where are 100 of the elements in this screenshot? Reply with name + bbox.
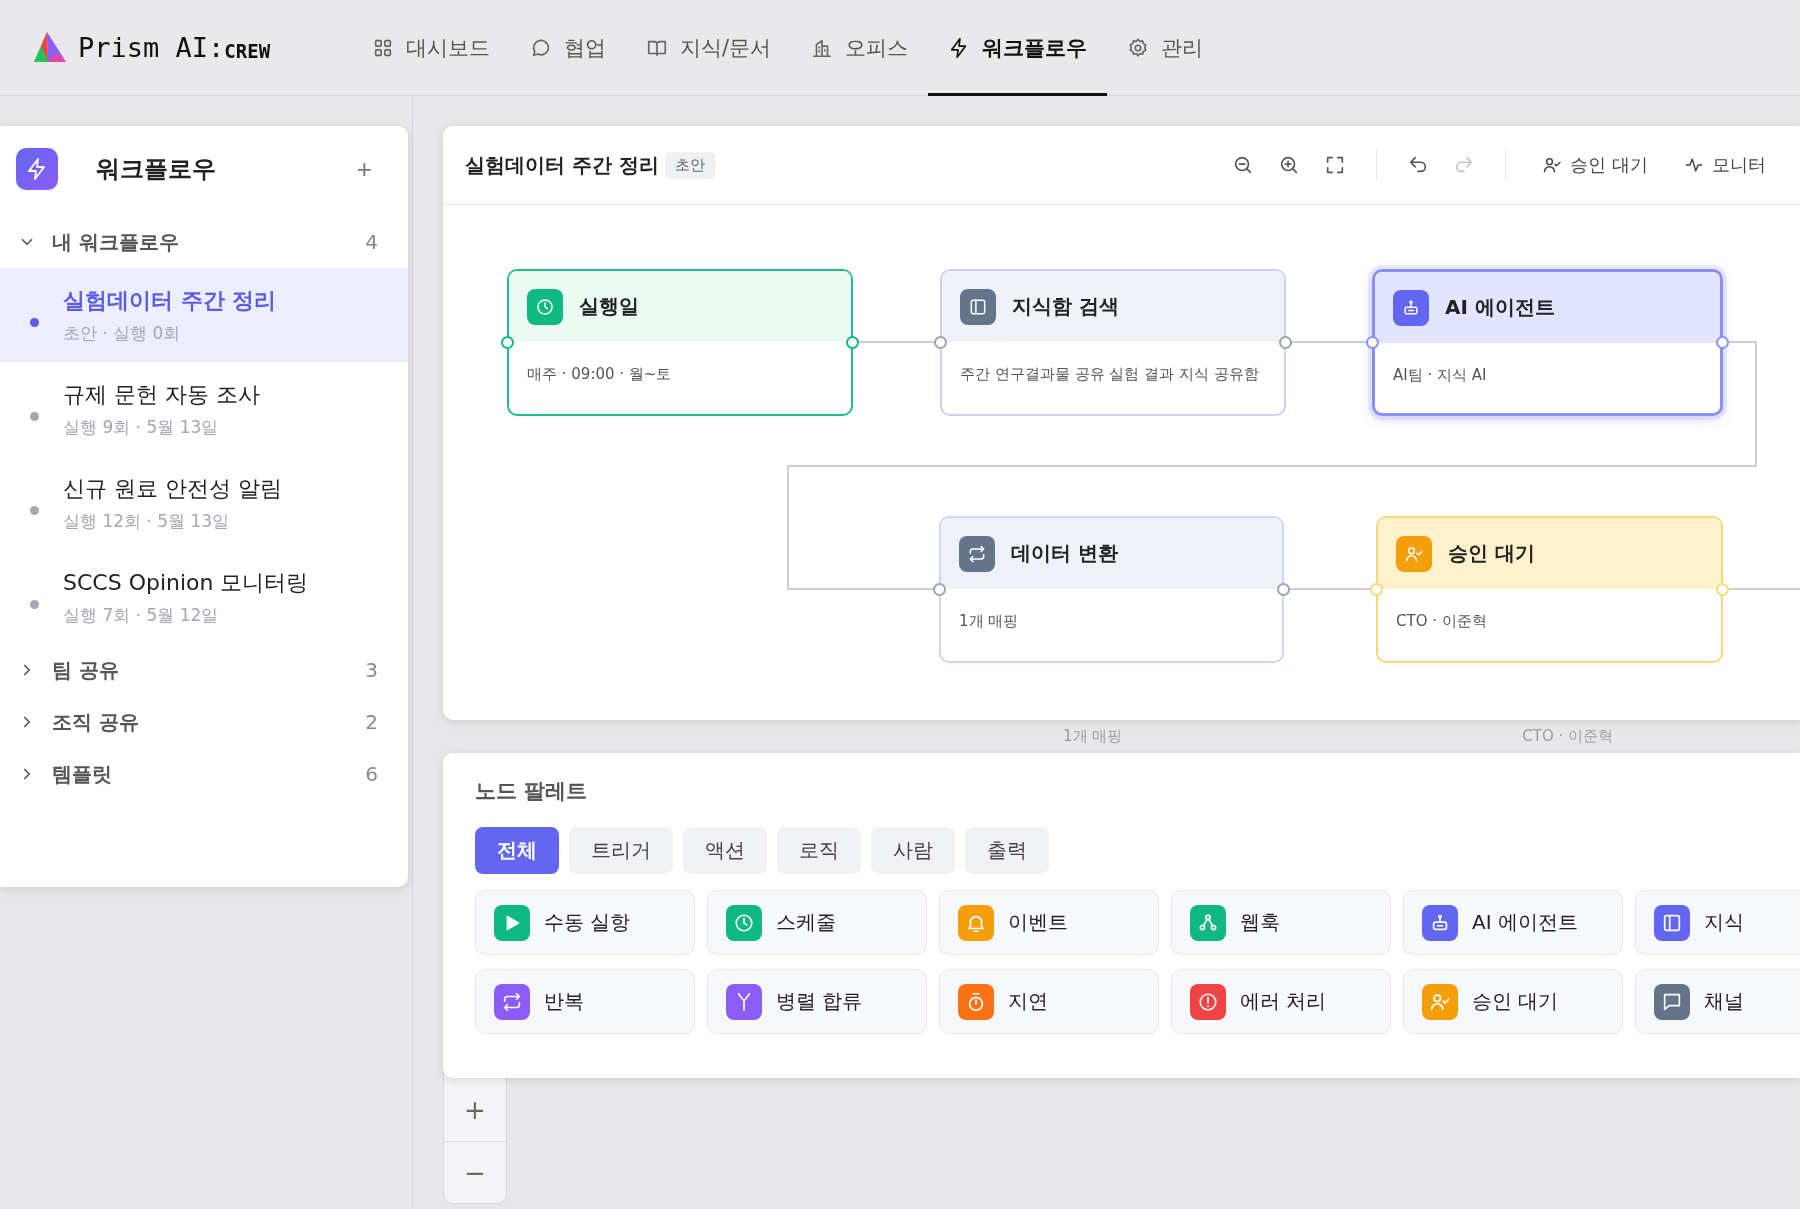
node-title: AI 에이전트	[1445, 294, 1555, 321]
palette-node-item[interactable]: 에러 처리	[1171, 969, 1391, 1034]
workflow-node[interactable]: 지식함 검색 주간 연구결과물 공유 실험 결과 지식 공유함	[940, 269, 1286, 416]
clock-icon	[527, 288, 563, 325]
pulse-icon	[1684, 155, 1704, 175]
workflow-node[interactable]: 데이터 변환 1개 매핑	[939, 516, 1284, 663]
zoom-plus-button[interactable]: +	[444, 1079, 506, 1141]
palette-node-item[interactable]: 수동 실항	[475, 890, 695, 955]
sidebar-title: 워크플로우	[96, 154, 217, 185]
category-tab[interactable]: 액션	[683, 827, 767, 874]
node-detail: CTO · 이준혁	[1396, 612, 1487, 630]
palette-node-item[interactable]: 승인 대기	[1403, 969, 1623, 1034]
palette-node-label: 수동 실항	[544, 909, 631, 936]
palette-node-item[interactable]: 지식	[1635, 890, 1800, 955]
node-detail: 주간 연구결과물 공유 실험 결과 지식 공유함	[960, 365, 1259, 383]
nav-tab[interactable]: 오피스	[791, 0, 929, 96]
group-header[interactable]: 조직 공유 2	[0, 696, 408, 748]
palette-node-item[interactable]: 지연	[939, 969, 1159, 1034]
brand-name: Prism AI:	[78, 32, 225, 63]
user-check-icon	[1396, 535, 1432, 572]
workflow-item[interactable]: SCCS Opinion 모니터링 실행 7회 · 5월 12일	[0, 550, 408, 644]
monitor-button[interactable]: 모니터	[1670, 147, 1780, 183]
palette-node-label: 병렬 합류	[776, 988, 863, 1015]
user-check-icon	[1542, 155, 1563, 175]
category-tab[interactable]: 트리거	[569, 827, 673, 874]
node-title: 승인 대기	[1448, 540, 1535, 567]
nav-tab[interactable]: 워크플로우	[928, 0, 1108, 96]
workflow-meta: 실행 12회 · 5월 13일	[63, 509, 231, 533]
node-detail: AI팀 · 지식 AI	[1393, 366, 1487, 384]
zoom-minus-button[interactable]: −	[444, 1141, 506, 1203]
workflow-item[interactable]: 실험데이터 주간 정리 초안 · 실행 0회	[0, 268, 408, 362]
nav-tab[interactable]: 협업	[510, 0, 626, 96]
workflow-title: 실험데이터 주간 정리	[63, 286, 277, 315]
status-dot	[30, 411, 39, 421]
palette-node-label: 채널	[1704, 988, 1744, 1015]
palette-node-label: 이벤트	[1008, 909, 1068, 936]
workflow-node[interactable]: AI 에이전트 AI팀 · 지식 AI	[1372, 269, 1723, 416]
background-node-detail: 1개 매핑	[1063, 727, 1123, 746]
node-detail: 매주 · 09:00 · 월~토	[527, 365, 672, 383]
robot-icon	[1393, 289, 1429, 326]
palette-node-label: 지식	[1704, 909, 1744, 936]
palette-node-label: 지연	[1008, 988, 1048, 1015]
group-count: 3	[365, 658, 378, 682]
workflow-item[interactable]: 신규 원료 안전성 알림 실행 12회 · 5월 13일	[0, 456, 408, 550]
palette-node-label: AI 에이전트	[1472, 909, 1578, 936]
group-header[interactable]: 팀 공유 3	[0, 644, 408, 696]
palette-node-item[interactable]: AI 에이전트	[1403, 890, 1623, 955]
workflow-node[interactable]: 승인 대기 CTO · 이준혁	[1376, 516, 1723, 663]
workflow-title: 실험데이터 주간 정리	[465, 151, 659, 179]
approval-queue-button[interactable]: 승인 대기	[1528, 147, 1662, 183]
group-label: 조직 공유	[52, 708, 140, 736]
node-title: 지식함 검색	[1012, 293, 1119, 320]
palette-node-item[interactable]: 웹훅	[1171, 890, 1391, 955]
workflow-meta: 실행 7회 · 5월 12일	[63, 603, 220, 627]
workflow-title: 규제 문헌 자동 조사	[63, 380, 260, 409]
palette-title: 노드 팔레트	[475, 778, 589, 805]
palette-node-item[interactable]: 병렬 합류	[707, 969, 927, 1034]
node-title: 데이터 변환	[1011, 540, 1118, 567]
group-header[interactable]: 템플릿 6	[0, 748, 408, 800]
category-tab[interactable]: 로직	[777, 827, 861, 874]
status-badge: 초안	[664, 151, 715, 179]
bolt-icon	[16, 148, 58, 190]
palette-node-label: 웹훅	[1240, 909, 1280, 936]
background-node-detail: CTO · 이준혁	[1522, 727, 1614, 746]
workflow-meta: 실행 9회 · 5월 13일	[63, 415, 220, 439]
group-label: 팀 공유	[52, 656, 120, 684]
category-tab[interactable]: 출력	[965, 827, 1049, 874]
group-label: 내 워크플로우	[52, 228, 180, 256]
palette-node-label: 스케줄	[776, 909, 836, 936]
group-count: 6	[365, 762, 378, 786]
palette-node-item[interactable]: 반복	[475, 969, 695, 1034]
status-dot	[30, 599, 39, 609]
workflow-node[interactable]: 실행일 매주 · 09:00 · 월~토	[507, 269, 853, 416]
status-dot	[30, 317, 39, 327]
palette-node-label: 에러 처리	[1240, 988, 1327, 1015]
palette-node-item[interactable]: 채널	[1635, 969, 1800, 1034]
palette-node-item[interactable]: 스케줄	[707, 890, 927, 955]
category-tab[interactable]: 사람	[871, 827, 955, 874]
palette-node-label: 반복	[544, 988, 584, 1015]
node-detail: 1개 매핑	[959, 612, 1019, 630]
nav-tab[interactable]: 지식/문서	[626, 0, 792, 96]
palette-node-item[interactable]: 이벤트	[939, 890, 1159, 955]
node-title: 실행일	[579, 293, 639, 320]
workflow-meta: 초안 · 실행 0회	[63, 321, 182, 345]
palette-node-label: 승인 대기	[1472, 988, 1559, 1015]
category-tab[interactable]: 전체	[475, 827, 559, 874]
nav-tab[interactable]: 대시보드	[352, 0, 510, 96]
status-dot	[30, 505, 39, 515]
brand-suffix: CREW	[224, 39, 271, 62]
nav-tab[interactable]: 관리	[1107, 0, 1224, 96]
group-count: 4	[365, 230, 378, 254]
repeat-icon	[959, 535, 995, 572]
group-count: 2	[365, 710, 378, 734]
workflow-title: 신규 원료 안전성 알림	[63, 474, 282, 503]
workflow-title: SCCS Opinion 모니터링	[63, 568, 309, 597]
panel-icon	[960, 288, 996, 325]
group-header[interactable]: 내 워크플로우 4	[0, 216, 408, 268]
group-label: 템플릿	[52, 760, 113, 788]
workflow-item[interactable]: 규제 문헌 자동 조사 실행 9회 · 5월 13일	[0, 362, 408, 456]
add-workflow-button[interactable]: +	[350, 156, 378, 182]
